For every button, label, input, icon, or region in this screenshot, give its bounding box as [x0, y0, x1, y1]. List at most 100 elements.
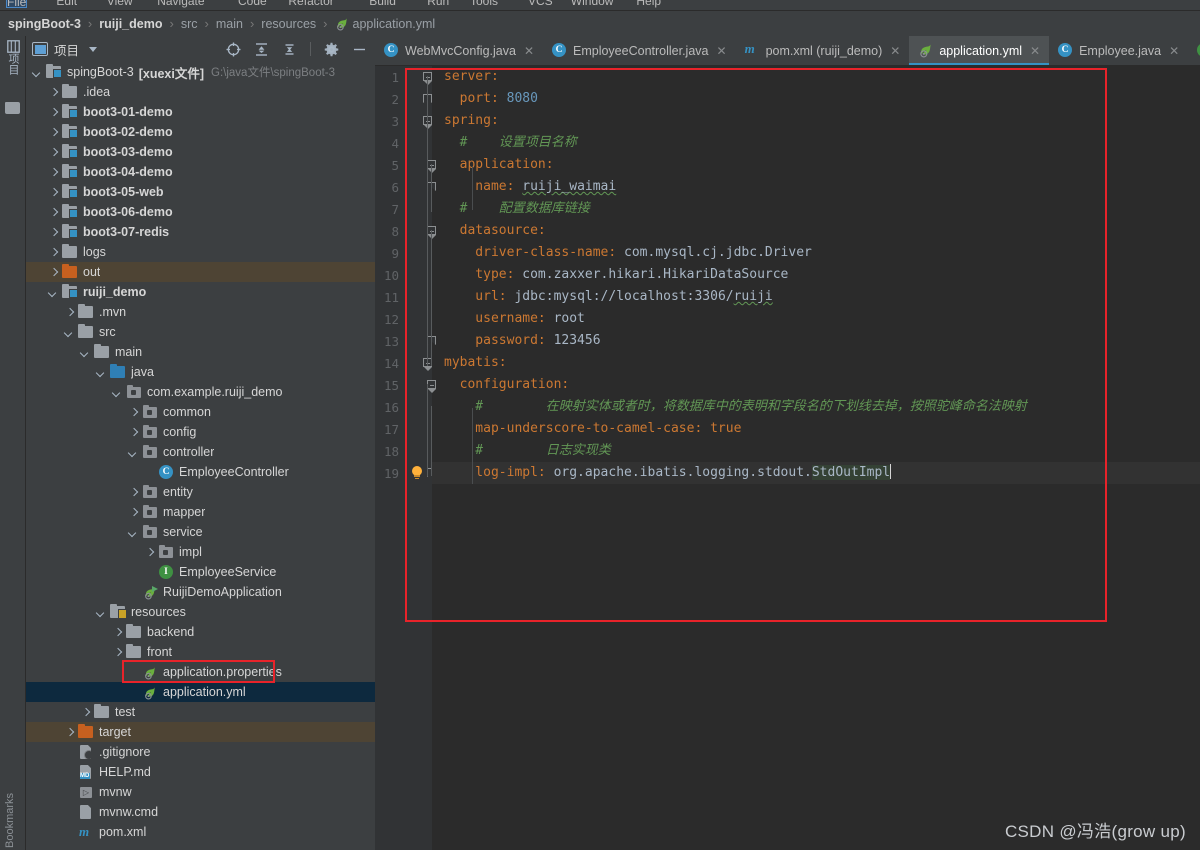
tree-node-out[interactable]: out — [26, 262, 375, 282]
chevron-down-icon[interactable] — [96, 607, 107, 618]
chevron-right-icon[interactable] — [48, 247, 59, 258]
chevron-right-icon[interactable] — [128, 427, 139, 438]
tree-node-pom-xml[interactable]: m pom.xml — [26, 822, 375, 842]
close-icon[interactable]: ✕ — [1030, 44, 1040, 58]
tree-node-com-example-ruiji-demo[interactable]: com.example.ruiji_demo — [26, 382, 375, 402]
code-line-4[interactable]: # 设置项目名称 — [432, 132, 577, 154]
close-icon[interactable]: ✕ — [890, 44, 900, 58]
hide-icon[interactable] — [352, 42, 367, 57]
tree-node-employeecontroller[interactable]: C EmployeeController — [26, 462, 375, 482]
tree-node-help-md[interactable]: HELP.md — [26, 762, 375, 782]
tree-node-employeeservice[interactable]: I EmployeeService — [26, 562, 375, 582]
chevron-down-icon[interactable] — [32, 67, 43, 78]
code-line-19[interactable]: log-impl: org.apache.ibatis.logging.stdo… — [432, 462, 1200, 484]
code-line-16[interactable]: # 在映射实体或者时，将数据库中的表明和字段名的下划线去掉，按照驼峰命名法映射 — [432, 396, 1026, 418]
close-icon[interactable]: ✕ — [1169, 44, 1179, 58]
close-icon[interactable]: ✕ — [717, 44, 727, 58]
chevron-down-icon[interactable] — [89, 46, 98, 52]
tree-node-config[interactable]: config — [26, 422, 375, 442]
code-editor[interactable]: 1 2 3 4 5 6 7 8 9 10 11 12 13 14 15 16 17 18 19 server: po… — [375, 66, 1200, 850]
tree-node-boot3-03-demo[interactable]: boot3-03-demo — [26, 142, 375, 162]
tree-node--gitignore[interactable]: .gitignore — [26, 742, 375, 762]
chevron-right-icon[interactable] — [128, 507, 139, 518]
tree-node--mvn[interactable]: .mvn — [26, 302, 375, 322]
breadcrumb-item-main[interactable]: main — [216, 17, 243, 31]
menu-item-navigate[interactable]: Navigate — [157, 0, 204, 8]
menu-item-vcs[interactable]: VCS — [528, 0, 553, 8]
expand-all-icon[interactable] — [254, 42, 269, 57]
code-content[interactable]: server: port: 8080 spring: # 设置项目名称 appli… — [432, 66, 1200, 850]
tree-node-test[interactable]: test — [26, 702, 375, 722]
code-line-15[interactable]: configuration: — [432, 374, 570, 396]
code-line-18[interactable]: # 日志实现类 — [432, 440, 610, 462]
editor-tab-bar[interactable]: C WebMvcConfig.java ✕ C EmployeeController.j… — [375, 36, 1200, 66]
tree-node-backend[interactable]: backend — [26, 622, 375, 642]
collapse-all-icon[interactable] — [282, 42, 297, 57]
bookmarks-stripe-label[interactable]: Bookmarks — [4, 792, 16, 848]
tree-node-ruiji-demo[interactable]: ruiji_demo — [26, 282, 375, 302]
tree-node--idea[interactable]: .idea — [26, 82, 375, 102]
tree-node-resources[interactable]: resources — [26, 602, 375, 622]
code-line-14[interactable]: mybatis: — [432, 352, 507, 374]
settings-gear-icon[interactable] — [324, 42, 339, 57]
menu-item-code[interactable]: Code — [238, 0, 267, 8]
chevron-down-icon[interactable] — [80, 347, 91, 358]
tree-node-mvnw[interactable]: ▷ mvnw — [26, 782, 375, 802]
chevron-right-icon[interactable] — [128, 407, 139, 418]
chevron-right-icon[interactable] — [48, 147, 59, 158]
close-icon[interactable]: ✕ — [524, 44, 534, 58]
code-line-9[interactable]: driver-class-name: com.mysql.cj.jdbc.Dri… — [432, 242, 812, 264]
chevron-right-icon[interactable] — [128, 487, 139, 498]
breadcrumb-item-src[interactable]: src — [181, 17, 198, 31]
tree-node-logs[interactable]: logs — [26, 242, 375, 262]
tree-node-mapper[interactable]: mapper — [26, 502, 375, 522]
editor-tab-overflow[interactable]: I — [1188, 36, 1200, 65]
tree-node-main[interactable]: main — [26, 342, 375, 362]
code-line-13[interactable]: password: 123456 — [432, 330, 600, 352]
tree-node-target[interactable]: target — [26, 722, 375, 742]
code-line-10[interactable]: type: com.zaxxer.hikari.HikariDataSource — [432, 264, 788, 286]
editor-gutter[interactable]: 1 2 3 4 5 6 7 8 9 10 11 12 13 14 15 16 17 18 19 — [375, 66, 436, 850]
menu-item-help[interactable]: Help — [636, 0, 661, 8]
tree-node-java[interactable]: java — [26, 362, 375, 382]
chevron-right-icon[interactable] — [48, 207, 59, 218]
editor-tab-webmvcconfig-java[interactable]: C WebMvcConfig.java ✕ — [375, 36, 543, 65]
chevron-right-icon[interactable] — [48, 107, 59, 118]
code-line-8[interactable]: datasource: — [432, 220, 546, 242]
editor-tab-pom-xml--ruiji-demo-[interactable]: m pom.xml (ruiji_demo) ✕ — [736, 36, 910, 65]
menu-item-view[interactable]: View — [107, 0, 133, 8]
code-line-6[interactable]: name: ruiji_waimai — [432, 176, 616, 198]
breadcrumb-item-spingboot-3[interactable]: spingBoot-3 — [8, 17, 81, 31]
chevron-down-icon[interactable] — [48, 287, 59, 298]
editor-tab-application-yml[interactable]: application.yml ✕ — [909, 36, 1050, 65]
code-line-1[interactable]: server: — [432, 66, 499, 88]
chevron-right-icon[interactable] — [64, 307, 75, 318]
menu-item-refactor[interactable]: Refactor — [288, 0, 333, 8]
tree-node-service[interactable]: service — [26, 522, 375, 542]
code-line-17[interactable]: map-underscore-to-camel-case: true — [432, 418, 741, 440]
menu-item-run[interactable]: Run — [427, 0, 449, 8]
project-tool-button[interactable]: 项目 — [3, 40, 23, 98]
chevron-right-icon[interactable] — [48, 167, 59, 178]
chevron-down-icon[interactable] — [128, 527, 139, 538]
tree-node-common[interactable]: common — [26, 402, 375, 422]
menu-item-edit[interactable]: Edit — [56, 0, 77, 8]
tree-node-application-properties[interactable]: application.properties — [26, 662, 375, 682]
breadcrumb-item-ruiji-demo[interactable]: ruiji_demo — [99, 17, 162, 31]
chevron-right-icon[interactable] — [48, 227, 59, 238]
code-line-11[interactable]: url: jdbc:mysql://localhost:3306/ruiji — [432, 286, 772, 308]
menu-item-file[interactable]: File — [6, 0, 28, 9]
tree-node-src[interactable]: src — [26, 322, 375, 342]
tree-node-boot3-05-web[interactable]: boot3-05-web — [26, 182, 375, 202]
code-line-12[interactable]: username: root — [432, 308, 585, 330]
intention-bulb-icon[interactable] — [411, 466, 423, 479]
tree-node-boot3-02-demo[interactable]: boot3-02-demo — [26, 122, 375, 142]
select-opened-file-icon[interactable] — [226, 42, 241, 57]
tree-node-spingboot-3[interactable]: spingBoot-3 [xuexi文件] G:\java文件\spingBoot-… — [26, 62, 375, 82]
chevron-right-icon[interactable] — [48, 187, 59, 198]
chevron-down-icon[interactable] — [96, 367, 107, 378]
code-line-2[interactable]: port: 8080 — [432, 88, 538, 110]
chevron-right-icon[interactable] — [112, 647, 123, 658]
tree-node-boot3-06-demo[interactable]: boot3-06-demo — [26, 202, 375, 222]
editor-tab-employeecontroller-java[interactable]: C EmployeeController.java ✕ — [543, 36, 736, 65]
